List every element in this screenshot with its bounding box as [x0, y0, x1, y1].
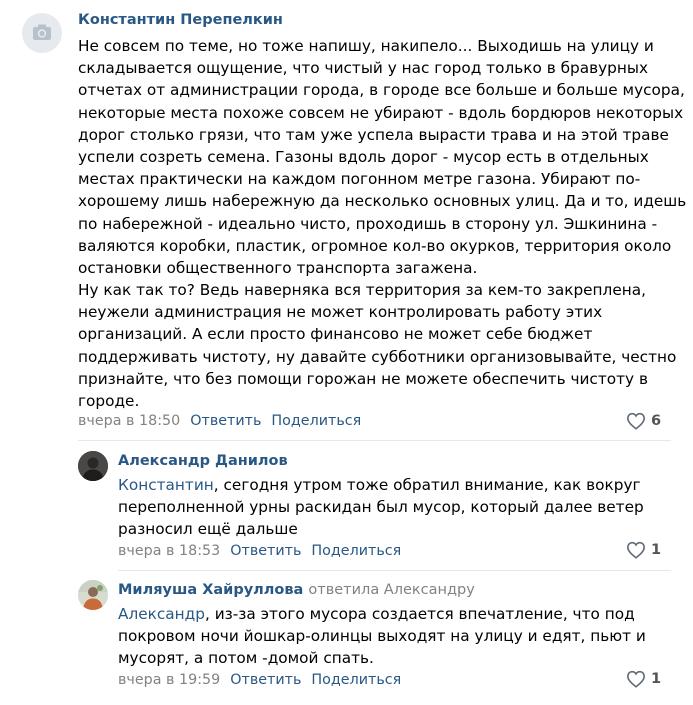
comment-date[interactable]: вчера в 19:59 — [118, 672, 220, 688]
comment-text: Константин, сегодня утром тоже обратил в… — [118, 474, 644, 541]
comment-footer: вчера в 19:59 Ответить Поделиться — [118, 672, 401, 688]
comment-text-line: хорошему лишь набережную да несколько ос… — [78, 192, 687, 211]
reply-button[interactable]: Ответить — [230, 672, 301, 688]
share-button[interactable]: Поделиться — [311, 672, 401, 688]
comment-text-line: складывается ощущение, что чистый у нас … — [78, 59, 649, 78]
comment-text-line: Ну как так то? Ведь наверняка вся террит… — [78, 281, 646, 300]
reply-comment: Александр Данилов Константин, сегодня ут… — [0, 441, 693, 571]
comment-text-line: неужели администрация не может контролир… — [78, 303, 603, 322]
like-count: 1 — [651, 671, 662, 687]
mention-link[interactable]: Александр — [118, 605, 205, 623]
comment-text-line: дорог столько грязи, что там уже успела … — [78, 125, 669, 144]
like-button[interactable]: 6 — [626, 412, 661, 430]
comment-text-line: успели созреть семена. Газоны вдоль доро… — [78, 147, 649, 166]
comment-text-line: городе. — [78, 392, 140, 410]
comment-text-line: Константин, сегодня утром тоже обратил в… — [118, 474, 644, 496]
comment-text: Не совсем по теме, но тоже напишу, накип… — [78, 35, 686, 412]
comment-text-line: организаций. А если просто финансово не … — [78, 325, 593, 344]
comment-text-fragment: , сегодня утром тоже обратил внимание, к… — [213, 476, 641, 494]
avatar[interactable] — [78, 451, 108, 481]
heart-icon — [626, 541, 646, 559]
comment-author[interactable]: Константин Перепелкин — [78, 12, 283, 28]
comment-text-line: Не совсем по теме, но тоже напишу, накип… — [78, 37, 654, 55]
comment-author[interactable]: Миляуша Хайруллова ответила Александру — [118, 582, 475, 598]
avatar[interactable] — [22, 13, 62, 53]
comment-text-line: местах практически на каждом погонном ме… — [78, 170, 641, 189]
reply-button[interactable]: Ответить — [230, 543, 301, 559]
comment-text-line: покровом ночи йошкар-олинцы выходят на у… — [118, 627, 646, 646]
comment-text-fragment: , из-за этого мусора создается впечатлен… — [204, 605, 635, 623]
heart-icon — [626, 670, 646, 688]
comment-text-line: поддерживать чистоту, ну давайте субботн… — [78, 347, 677, 366]
comment-text: Александр, из-за этого мусора создается … — [118, 603, 646, 670]
share-button[interactable]: Поделиться — [271, 413, 361, 429]
comment-text-line: валяются коробки, пластик, огромное кол-… — [78, 236, 672, 255]
avatar[interactable] — [78, 580, 108, 610]
author-name[interactable]: Миляуша Хайруллова — [118, 582, 303, 598]
camera-icon — [33, 24, 51, 40]
comment: Константин Перепелкин Не совсем по теме,… — [0, 0, 693, 440]
comment-text-line: Александр, из-за этого мусора создается … — [118, 603, 646, 625]
comment-text-line: переполненной урны раскидан был мусор, к… — [118, 498, 644, 517]
reply-button[interactable]: Ответить — [190, 413, 261, 429]
comment-text-line: отчетах от администрации города, в город… — [78, 81, 685, 100]
comment-footer: вчера в 18:53 Ответить Поделиться — [118, 543, 401, 559]
comment-text-line: признайте, что без помощи горожан не мож… — [78, 369, 648, 388]
reply-to-link[interactable]: ответила Александру — [308, 582, 474, 598]
mention-link[interactable]: Константин — [118, 476, 214, 494]
like-button[interactable]: 1 — [626, 670, 661, 688]
comment-text-line: некоторые места похоже совсем не убирают… — [78, 103, 684, 122]
comment-author[interactable]: Александр Данилов — [118, 453, 288, 469]
share-button[interactable]: Поделиться — [311, 543, 401, 559]
like-count: 1 — [651, 542, 662, 558]
comment-footer: вчера в 18:50 Ответить Поделиться — [78, 413, 361, 429]
like-count: 6 — [651, 413, 662, 429]
user-photo — [78, 580, 108, 610]
comment-text-line: разносил ещё дальше — [118, 520, 298, 539]
like-button[interactable]: 1 — [626, 541, 661, 559]
user-photo — [78, 451, 108, 481]
heart-icon — [626, 412, 646, 430]
comment-date[interactable]: вчера в 18:53 — [118, 543, 220, 559]
comment-text-line: мусорят, а потом -домой спать. — [118, 649, 374, 668]
comment-text-line: по набережной - идеально чисто, проходиш… — [78, 214, 658, 233]
comment-date[interactable]: вчера в 18:50 — [78, 413, 180, 429]
comment-text-line: остановки общественного транспорта загаж… — [78, 258, 478, 277]
reply-comment: Миляуша Хайруллова ответила Александру А… — [0, 571, 693, 705]
